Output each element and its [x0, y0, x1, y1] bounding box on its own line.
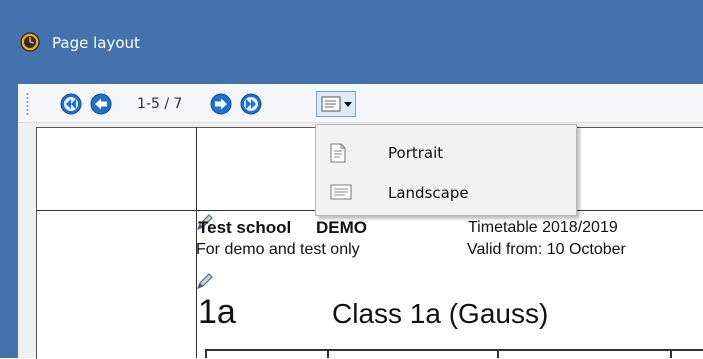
orientation-dropdown-button[interactable]	[316, 91, 356, 117]
toolbar-grip[interactable]	[26, 92, 29, 116]
menu-item-label: Landscape	[388, 184, 469, 202]
timetable-label: Timetable 2018/2019	[468, 219, 618, 236]
previous-page-button[interactable]	[90, 93, 112, 115]
document-icon	[321, 96, 341, 112]
portrait-page-icon	[330, 143, 346, 163]
window-title: Page layout	[52, 34, 140, 52]
window-titlebar: Page layout	[0, 0, 703, 84]
last-page-button[interactable]	[240, 93, 262, 115]
class-code: 1a	[198, 293, 236, 331]
next-page-button[interactable]	[210, 93, 232, 115]
app-clock-icon	[20, 32, 40, 52]
menu-item-landscape[interactable]: Landscape	[318, 178, 574, 208]
menu-item-label: Portrait	[388, 144, 444, 162]
double-left-arrow-icon	[60, 93, 82, 115]
valid-from-label: Valid from: 10 October	[467, 241, 626, 258]
timetable-grid-line	[205, 349, 207, 358]
landscape-page-icon	[330, 184, 352, 200]
menu-item-portrait[interactable]: Portrait	[318, 138, 574, 168]
right-arrow-icon	[210, 93, 232, 115]
chevron-down-icon	[344, 102, 352, 107]
demo-note: For demo and test only	[196, 241, 360, 258]
page-indicator: 1-5 / 7	[137, 96, 183, 112]
orientation-menu: Portrait Landscape	[315, 124, 577, 216]
pencil-edit-icon[interactable]	[196, 272, 214, 290]
timetable-grid-line	[670, 349, 672, 358]
first-page-button[interactable]	[60, 93, 82, 115]
left-arrow-icon	[90, 93, 112, 115]
navigation-toolbar: 1-5 / 7	[18, 84, 703, 123]
school-name: Test school	[198, 218, 292, 237]
timetable-grid-line	[327, 349, 329, 358]
double-right-arrow-icon	[240, 93, 262, 115]
class-title: Class 1a (Gauss)	[332, 298, 549, 329]
timetable-grid-line	[497, 349, 499, 358]
demo-label: DEMO	[316, 218, 367, 237]
window-frame-left	[0, 84, 18, 358]
timetable-grid-top	[205, 349, 703, 351]
